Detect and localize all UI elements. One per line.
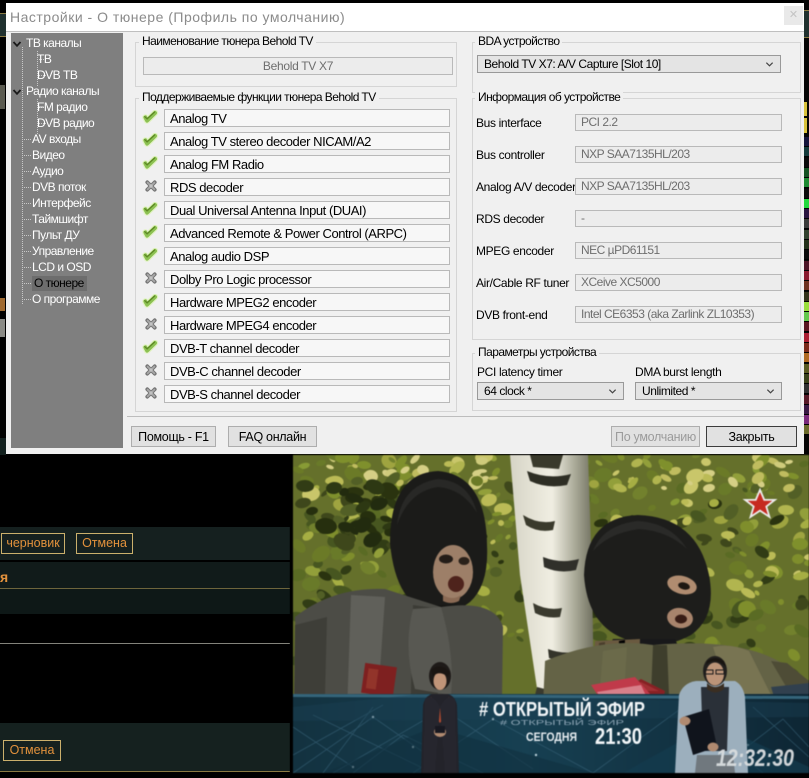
svg-text:СЕГОДНЯ: СЕГОДНЯ — [526, 730, 577, 744]
svg-text:21:30: 21:30 — [595, 723, 642, 749]
svg-text:# ОТКРЫТЫЙ ЭФИР: # ОТКРЫТЫЙ ЭФИР — [479, 697, 645, 721]
svg-text:12:32:30: 12:32:30 — [716, 745, 795, 772]
